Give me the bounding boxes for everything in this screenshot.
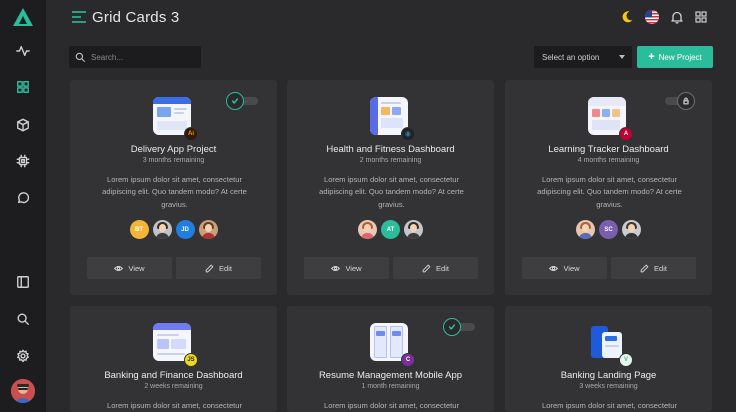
menu-icon[interactable] [72, 11, 86, 23]
team-avatars: SC [505, 220, 712, 239]
card-title: Resume Management Mobile App [318, 370, 463, 381]
avatar[interactable] [622, 220, 641, 239]
project-card: V Banking Landing Page 3 weeks remaining… [505, 306, 712, 412]
card-title: Delivery App Project [130, 144, 217, 155]
edit-button[interactable]: Edit [176, 257, 261, 279]
view-button[interactable]: View [87, 257, 172, 279]
apps-grid-icon[interactable] [694, 10, 708, 24]
react-badge-icon: ⚛ [401, 127, 415, 141]
card-subtitle: 1 month remaining [361, 383, 420, 390]
javascript-badge-icon: JS [184, 353, 198, 367]
angular-badge-icon: A [619, 127, 633, 141]
sidebar [0, 0, 46, 412]
csharp-badge-icon: C [401, 353, 415, 367]
sidebar-item-grid[interactable] [13, 77, 33, 97]
card-title: Learning Tracker Dashboard [548, 144, 669, 155]
sidebar-item-search[interactable] [13, 309, 33, 329]
project-card: ⚛ Health and Fitness Dashboard 2 months … [287, 80, 494, 295]
sidebar-item-layout[interactable] [13, 272, 33, 292]
logo-icon[interactable] [12, 7, 34, 27]
new-project-label: New Project [658, 52, 702, 62]
sidebar-item-chat[interactable] [13, 188, 33, 208]
card-description: Lorem ipsum dolor sit amet, consectetur [106, 401, 243, 410]
sidebar-layout-icon [17, 276, 29, 288]
avatar[interactable]: SC [599, 220, 618, 239]
card-subtitle: 2 months remaining [359, 157, 422, 164]
cpu-icon [16, 154, 30, 168]
bell-icon[interactable] [670, 10, 684, 24]
avatar[interactable]: JD [175, 220, 195, 239]
edit-button[interactable]: Edit [611, 257, 696, 279]
pencil-icon [640, 264, 649, 272]
view-button[interactable]: View [304, 257, 389, 279]
avatar[interactable]: BT [129, 220, 149, 239]
chat-icon [17, 192, 30, 204]
sidebar-item-settings[interactable] [13, 346, 33, 366]
card-toggle[interactable] [226, 92, 260, 110]
card-title: Banking and Finance Dashboard [104, 370, 243, 381]
chevron-down-icon [619, 55, 625, 59]
edit-button[interactable]: Edit [393, 257, 478, 279]
us-flag-language-icon[interactable] [645, 10, 659, 24]
lock-icon [683, 97, 689, 105]
grid-icon [17, 81, 29, 93]
card-title: Health and Fitness Dashboard [326, 144, 455, 155]
card-description: Lorem ipsum dolor sit amet, consectetur … [319, 175, 464, 209]
search-input[interactable] [91, 52, 191, 62]
eye-icon [331, 265, 341, 271]
card-description: Lorem ipsum dolor sit amet, consectetur [323, 401, 460, 410]
card-subtitle: 3 months remaining [142, 157, 205, 164]
project-card: Ai Delivery App Project 3 months remaini… [70, 80, 277, 295]
project-card: A Learning Tracker Dashboard 4 months re… [505, 80, 712, 295]
avatar[interactable] [152, 220, 172, 239]
sidebar-item-cpu[interactable] [13, 151, 33, 171]
project-card: C Resume Management Mobile App 1 month r… [287, 306, 494, 412]
card-subtitle: 4 months remaining [577, 157, 640, 164]
card-subtitle: 3 weeks remaining [579, 383, 638, 390]
user-avatar[interactable] [11, 379, 35, 403]
option-select[interactable]: Select an option [534, 46, 632, 68]
view-button[interactable]: View [522, 257, 607, 279]
vue-badge-icon: V [619, 353, 633, 367]
eye-icon [549, 265, 559, 271]
avatar[interactable] [358, 220, 377, 239]
avatar[interactable] [576, 220, 595, 239]
plus-icon: + [648, 50, 655, 63]
card-subtitle: 2 weeks remaining [144, 383, 203, 390]
card-description: Lorem ipsum dolor sit amet, consectetur … [102, 175, 247, 209]
option-select-value: Select an option [542, 52, 600, 62]
illustrator-badge-icon: Ai [184, 127, 198, 141]
team-avatars: BT JD [70, 220, 277, 239]
card-toggle[interactable] [665, 92, 699, 110]
page-title: Grid Cards 3 [92, 9, 180, 26]
sidebar-item-box[interactable] [13, 115, 33, 135]
search-box[interactable] [69, 46, 201, 68]
avatar[interactable] [404, 220, 423, 239]
avatar[interactable]: AT [381, 220, 400, 239]
avatar[interactable] [198, 220, 218, 239]
card-title: Banking Landing Page [560, 370, 657, 381]
card-description: Lorem ipsum dolor sit amet, consectetur … [537, 175, 682, 209]
pencil-icon [422, 264, 431, 272]
check-icon [448, 324, 456, 330]
search-icon [17, 313, 29, 325]
card-toggle[interactable] [443, 318, 477, 336]
search-icon [75, 52, 85, 62]
new-project-button[interactable]: + New Project [637, 46, 713, 68]
box-icon [17, 118, 29, 132]
check-icon [231, 98, 239, 104]
project-card: JS Banking and Finance Dashboard 2 weeks… [70, 306, 277, 412]
activity-icon [16, 45, 30, 57]
pencil-icon [205, 264, 214, 272]
gear-icon [17, 349, 29, 363]
dark-mode-moon-icon[interactable] [620, 10, 634, 24]
card-description: Lorem ipsum dolor sit amet, consectetur [541, 401, 678, 410]
sidebar-item-activity[interactable] [13, 41, 33, 61]
team-avatars: AT [287, 220, 494, 239]
eye-icon [114, 265, 124, 271]
